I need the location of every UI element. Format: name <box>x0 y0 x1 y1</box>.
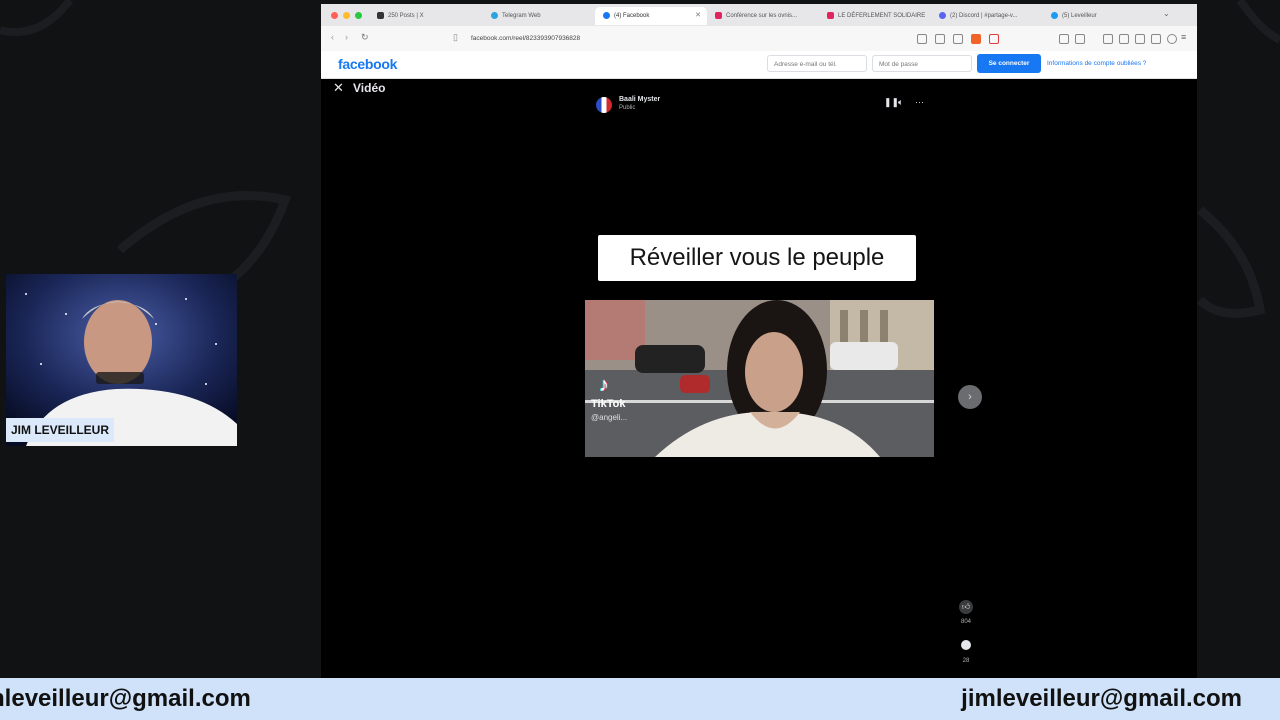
back-arrow-icon[interactable]: ‹ <box>331 32 334 42</box>
browser-tab[interactable]: (2) Discord | #partage-v... <box>931 7 1041 25</box>
browser-tab[interactable]: Telegram Web <box>483 7 593 25</box>
close-icon[interactable]: ✕ <box>333 80 344 96</box>
address-input[interactable]: facebook.com/reel/823393907936828 <box>471 31 891 46</box>
banner-email-left: jimleveilleur@gmail.com <box>0 685 251 712</box>
tab-label: LE DÉFERLEMENT SOLIDAIRE <box>838 13 926 19</box>
tab-label: (2) Discord | #partage-v... <box>950 13 1018 19</box>
tab-favicon-icon <box>827 11 834 19</box>
password-field[interactable]: Mot de passe <box>872 55 972 72</box>
browser-tab-active[interactable]: (4) Facebook ✕ <box>595 7 707 25</box>
presenter-name-tag: JIM LEVEILLEUR <box>6 418 114 442</box>
tiktok-logo-icon: ♪ <box>599 374 609 396</box>
tab-label: 250 Posts | X <box>388 13 424 19</box>
like-icon[interactable]: 👍︎ <box>959 600 973 614</box>
tab-favicon-icon <box>377 11 384 19</box>
browser-tab[interactable]: (5) Leveilleur <box>1043 7 1153 25</box>
video-frame-image <box>585 300 934 457</box>
browser-url-bar: ‹ › ↻ ▯ facebook.com/reel/82339390793682… <box>321 26 1197 52</box>
video-label: Vidéo <box>353 81 386 95</box>
tab-label: Conférence sur les ovnis... <box>726 13 798 19</box>
browser-tab[interactable]: Conférence sur les ovnis... <box>707 7 817 25</box>
forgot-account-link[interactable]: Informations de compte oubliées ? <box>1047 54 1146 73</box>
menu-icon[interactable]: ≡ <box>1181 32 1186 42</box>
email-field[interactable]: Adresse e-mail ou tél. <box>767 55 867 72</box>
tiktok-watermark: TikTok <box>591 398 626 410</box>
maximize-window-icon[interactable] <box>355 12 362 19</box>
facebook-logo[interactable]: facebook <box>338 56 397 72</box>
browser-tab[interactable]: 250 Posts | X <box>369 7 479 25</box>
facebook-header: facebook Adresse e-mail ou tél. Mot de p… <box>321 51 1197 79</box>
volume-icon[interactable]: 🔈︎ <box>898 97 903 108</box>
extension-icon[interactable] <box>1075 34 1085 44</box>
extension-icon[interactable] <box>1119 34 1129 44</box>
tab-label: (4) Facebook <box>614 13 650 19</box>
tiktok-username: @angeli... <box>591 413 628 422</box>
banner-email-right: jimleveilleur@gmail.com <box>961 685 1242 712</box>
author-name[interactable]: Baali Myster <box>619 96 660 103</box>
browser-tab[interactable]: LE DÉFERLEMENT SOLIDAIRE <box>819 7 929 25</box>
wallet-icon[interactable] <box>1151 34 1161 44</box>
profile-icon[interactable] <box>1167 34 1177 44</box>
tab-favicon-icon <box>715 11 722 19</box>
privacy-label: Public <box>619 105 636 111</box>
email-banner: jimleveilleur@gmail.com jimleveilleur@gm… <box>0 678 1280 720</box>
extension-icon[interactable] <box>935 34 945 44</box>
comment-count: 28 <box>962 658 970 664</box>
extension-icon[interactable] <box>1135 34 1145 44</box>
comment-icon[interactable] <box>961 640 971 650</box>
close-tab-icon[interactable]: ✕ <box>695 7 701 25</box>
facebook-favicon-icon <box>603 11 610 19</box>
extension-icon[interactable] <box>953 34 963 44</box>
reload-icon[interactable]: ↻ <box>361 32 369 43</box>
alert-icon[interactable] <box>989 34 999 44</box>
tab-label: (5) Leveilleur <box>1062 13 1097 19</box>
pause-icon[interactable]: ❚❚ <box>884 97 899 108</box>
tab-list-chevron-icon[interactable]: ⌄ <box>1163 9 1170 18</box>
tab-label: Telegram Web <box>502 13 541 19</box>
video-player[interactable] <box>585 300 934 457</box>
close-window-icon[interactable] <box>331 12 338 19</box>
tab-favicon-icon <box>1051 11 1058 19</box>
browser-tab-bar: 250 Posts | X Telegram Web (4) Facebook … <box>321 4 1197 27</box>
extension-icon[interactable] <box>1103 34 1113 44</box>
browser-window: 250 Posts | X Telegram Web (4) Facebook … <box>321 4 1197 678</box>
extension-icon[interactable] <box>917 34 927 44</box>
like-count: 804 <box>960 619 971 625</box>
bookmark-icon[interactable]: ▯ <box>453 32 458 43</box>
tab-favicon-icon <box>491 11 498 19</box>
avatar[interactable] <box>596 97 612 113</box>
brave-shield-icon[interactable] <box>971 34 981 44</box>
tab-favicon-icon <box>939 11 946 19</box>
next-video-button[interactable]: › <box>958 385 982 409</box>
sidebar-icon[interactable] <box>1059 34 1069 44</box>
video-caption: Réveiller vous le peuple <box>598 235 916 281</box>
forward-arrow-icon[interactable]: › <box>345 32 348 42</box>
minimize-window-icon[interactable] <box>343 12 350 19</box>
login-button[interactable]: Se connecter <box>977 54 1041 73</box>
more-options-icon[interactable]: ··· <box>915 97 924 107</box>
